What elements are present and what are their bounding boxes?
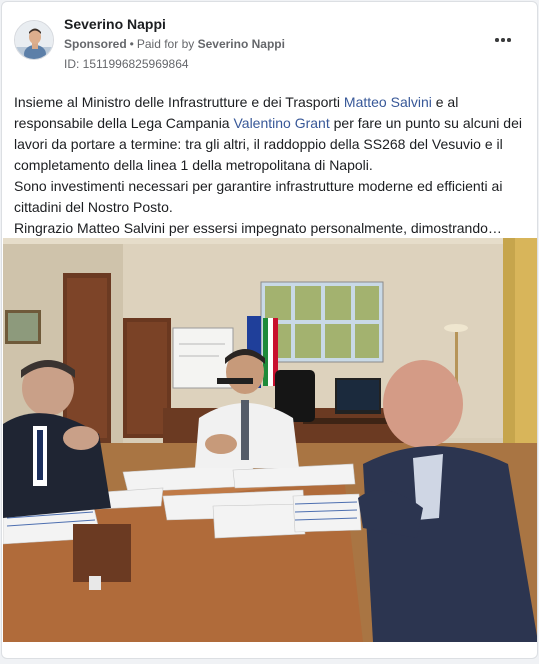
mention-link[interactable]: Matteo Salvini — [344, 94, 432, 110]
more-horizontal-icon[interactable] — [491, 31, 515, 49]
ad-post-card: Severino Nappi Sponsored • Paid for by Sev… — [1, 1, 538, 659]
post-body: Insieme al Ministro delle Infrastrutture… — [14, 92, 529, 239]
post-paragraph-3: Ringrazio Matteo Salvini per essersi imp… — [14, 220, 502, 236]
author-name[interactable]: Severino Nappi — [64, 15, 285, 34]
sponsored-line: Sponsored • Paid for by Severino Nappi — [64, 35, 285, 54]
sponsored-label[interactable]: Sponsored — [64, 37, 127, 51]
paid-for-name: Severino Nappi — [197, 37, 285, 51]
paid-for-prefix: Paid for by — [136, 37, 195, 51]
mention-link[interactable]: Valentino Grant — [233, 115, 329, 131]
post-photo[interactable] — [3, 238, 537, 642]
post-header: Severino Nappi Sponsored • Paid for by Sev… — [14, 15, 525, 71]
avatar[interactable] — [14, 20, 54, 60]
post-meta: Severino Nappi Sponsored • Paid for by Sev… — [64, 15, 285, 74]
post-paragraph-1: Insieme al Ministro delle Infrastrutture… — [14, 94, 522, 173]
post-paragraph-2: Sono investimenti necessari per garantir… — [14, 178, 503, 215]
separator: • — [129, 37, 134, 51]
ad-id: ID: 1511996825969864 — [64, 57, 189, 71]
